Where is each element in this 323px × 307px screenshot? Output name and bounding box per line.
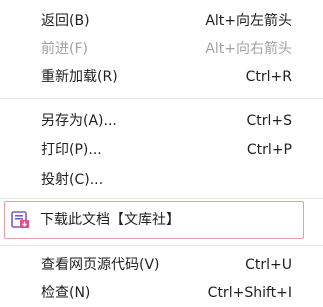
context-menu: 返回(B) Alt+向左箭头 前进(F) Alt+向右箭头 重新加载(R) Ct… [0, 0, 323, 307]
menu-item-label: 返回(B) [41, 13, 90, 29]
menu-divider [0, 198, 323, 199]
menu-item-reload[interactable]: 重新加载(R) Ctrl+R [0, 64, 323, 91]
menu-item-label: 检查(N) [41, 285, 91, 301]
menu-item-print[interactable]: 打印(P)... Ctrl+P [0, 137, 323, 164]
menu-divider [0, 98, 323, 99]
menu-item-cast[interactable]: 投射(C)... [0, 167, 323, 194]
menu-item-forward: 前进(F) Alt+向右箭头 [0, 36, 323, 63]
menu-item-label: 另存为(A)... [41, 113, 117, 129]
menu-item-shortcut: Ctrl+P [246, 142, 292, 158]
menu-item-shortcut: Ctrl+S [246, 113, 292, 129]
menu-item-shortcut: Ctrl+R [245, 69, 292, 85]
menu-item-shortcut: Alt+向右箭头 [205, 41, 292, 57]
menu-item-label: 打印(P)... [41, 142, 102, 158]
menu-item-save-as[interactable]: 另存为(A)... Ctrl+S [0, 108, 323, 135]
menu-item-extension-download[interactable]: 下载此文档【文库社】 [4, 201, 304, 239]
menu-item-label: 投射(C)... [41, 172, 104, 188]
menu-item-view-source[interactable]: 查看网页源代码(V) Ctrl+U [0, 252, 323, 279]
extension-icon [11, 211, 30, 229]
menu-item-label: 查看网页源代码(V) [41, 257, 160, 273]
menu-item-shortcut: Alt+向左箭头 [205, 13, 292, 29]
menu-item-back[interactable]: 返回(B) Alt+向左箭头 [0, 8, 323, 35]
menu-item-label: 重新加载(R) [41, 69, 118, 85]
menu-item-shortcut: Ctrl+U [245, 257, 292, 273]
menu-divider [0, 245, 323, 246]
menu-item-inspect[interactable]: 检查(N) Ctrl+Shift+I [0, 280, 323, 307]
menu-item-shortcut: Ctrl+Shift+I [207, 285, 292, 301]
menu-item-label: 前进(F) [41, 41, 88, 57]
menu-item-label: 下载此文档【文库社】 [40, 212, 180, 228]
